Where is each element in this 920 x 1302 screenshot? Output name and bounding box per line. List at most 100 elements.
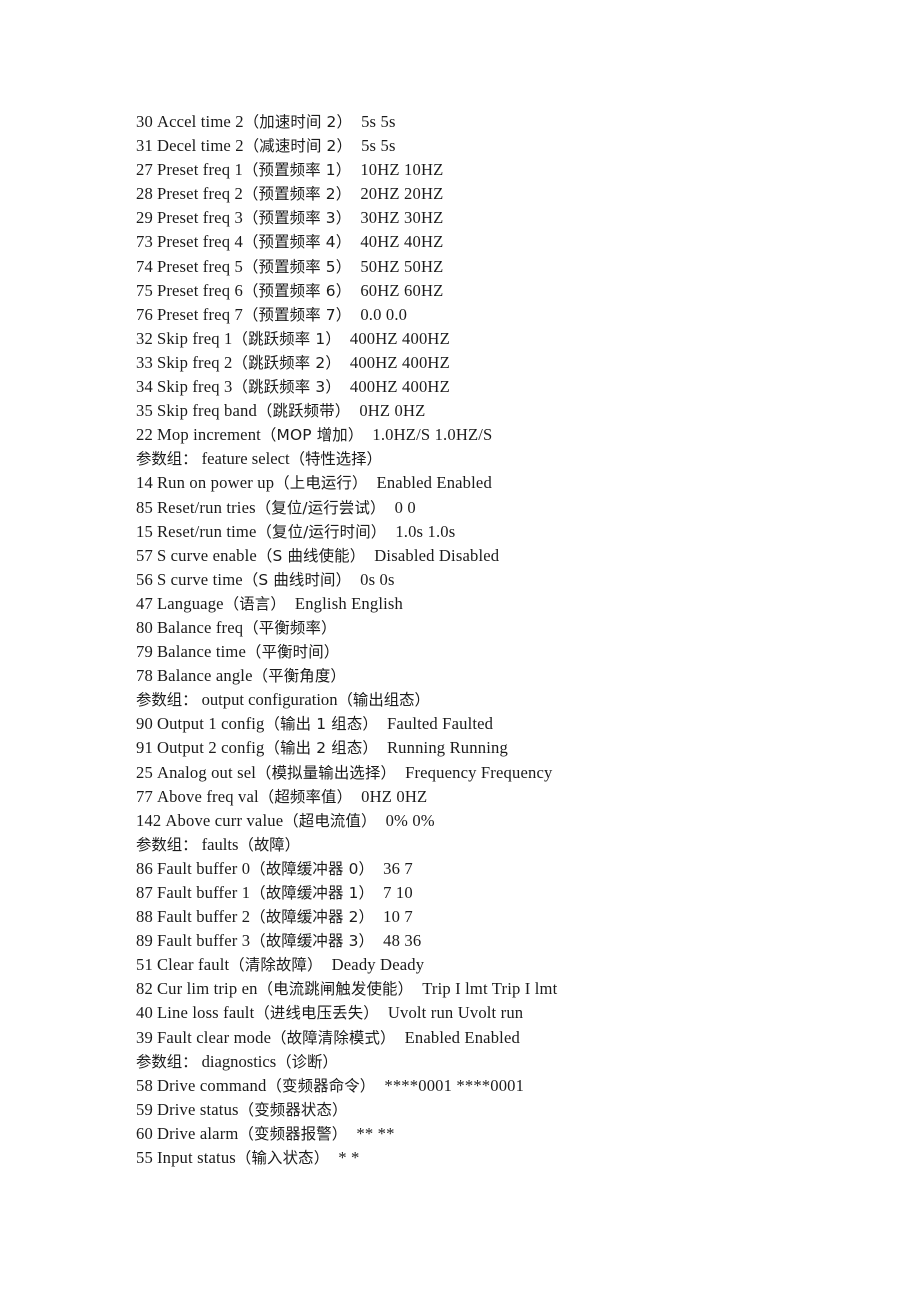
parameter-value: 10HZ 10HZ [360,160,444,180]
parameter-value: 0s 0s [360,569,395,589]
parameter-name-en: Analog out sel [156,762,257,782]
parameter-number: 32 [136,328,153,348]
group-label-prefix: 参数组： [136,1052,198,1071]
parameter-number: 78 [136,666,153,686]
parameter-name-cn: （跳跃频率 2） [232,353,341,372]
parameter-row: 32 Skip freq 1（跳跃频率 1） 400HZ 400HZ [136,327,876,351]
parameter-name-en: Output 1 config [156,714,265,734]
parameter-name-en: Skip freq 2 [156,352,233,372]
parameter-row: 31 Decel time 2（减速时间 2） 5s 5s [136,134,876,158]
parameter-name-cn: （跳跃频带） [256,402,351,421]
parameter-row: 91 Output 2 config（输出 2 组态） Running Runnin… [136,736,876,760]
parameter-value: 60HZ 60HZ [360,280,444,300]
group-name-en: output configuration [201,690,338,710]
parameter-row: 87 Fault buffer 1（故障缓冲器 1） 7 10 [136,881,876,905]
parameter-number: 33 [136,352,153,372]
parameter-value: Frequency Frequency [405,762,553,782]
parameter-number: 58 [136,1075,153,1095]
parameter-name-cn: （变频器命令） [266,1076,376,1095]
parameter-row: 142 Above curr value（超电流值） 0% 0% [136,809,876,833]
parameter-name-cn: （复位/运行尝试） [255,498,386,517]
document-page: 30 Accel time 2（加速时间 2） 5s 5s 31 Decel time … [0,0,920,1302]
parameter-name-cn: （跳跃频率 3） [232,378,341,397]
parameter-row: 79 Balance time（平衡时间） [136,640,876,664]
parameter-name-en: Preset freq 2 [156,184,243,204]
parameter-row: 25 Analog out sel（模拟量输出选择） Frequency Frequ… [136,761,876,785]
parameter-row: 77 Above freq val（超频率值） 0HZ 0HZ [136,785,876,809]
parameter-name-cn: （故障缓冲器 0） [250,859,375,878]
parameter-row: 22 Mop increment（MOP 增加） 1.0HZ/S 1.0HZ/S [136,423,876,447]
parameter-row: 78 Balance angle（平衡角度） [136,664,876,688]
parameter-name-cn: （故障清除模式） [271,1028,396,1047]
parameter-number: 34 [136,377,153,397]
parameter-number: 59 [136,1099,153,1119]
parameter-group-header: 参数组： diagnostics（诊断） [136,1050,876,1074]
parameter-row: 57 S curve enable（S 曲线使能） Disabled Disable… [136,544,876,568]
parameter-value: Faulted Faulted [386,714,494,734]
parameter-row: 80 Balance freq（平衡频率） [136,616,876,640]
parameter-value: Running Running [386,738,508,758]
group-label-prefix: 参数组： [136,450,198,469]
parameter-value: 0% 0% [385,810,435,830]
parameter-name-en: Preset freq 1 [156,160,243,180]
parameter-name-cn: （超频率值） [258,787,353,806]
parameter-name-en: Preset freq 7 [156,304,243,324]
parameter-name-en: Skip freq band [156,401,257,421]
parameter-number: 74 [136,256,153,276]
parameter-number: 91 [136,738,153,758]
parameter-name-cn: （预置频率 6） [242,281,352,300]
parameter-row: 33 Skip freq 2（跳跃频率 2） 400HZ 400HZ [136,351,876,375]
parameter-value: Disabled Disabled [374,545,500,565]
parameter-name-cn: （上电运行） [274,474,368,493]
parameter-value: 36 7 [383,858,413,878]
parameter-value: 5s 5s [361,136,396,156]
group-name-cn: （输出组态） [337,691,430,710]
parameter-name-en: Drive status [156,1099,239,1119]
parameter-number: 47 [136,593,153,613]
parameter-row: 29 Preset freq 3（预置频率 3） 30HZ 30HZ [136,206,876,230]
parameter-number: 79 [136,642,153,662]
parameter-row: 82 Cur lim trip en（电流跳闸触发使能） Trip I lmt Tr… [136,977,876,1001]
parameter-name-cn: （减速时间 2） [243,137,353,156]
parameter-name-cn: （故障缓冲器 3） [250,932,375,951]
parameter-row: 14 Run on power up（上电运行） Enabled Enabled [136,471,876,495]
parameter-row: 75 Preset freq 6（预置频率 6） 60HZ 60HZ [136,279,876,303]
parameter-name-en: Fault buffer 0 [156,858,251,878]
parameter-row: 35 Skip freq band（跳跃频带） 0HZ 0HZ [136,399,876,423]
parameter-name-en: Run on power up [156,473,275,493]
parameter-row: 30 Accel time 2（加速时间 2） 5s 5s [136,110,876,134]
group-label-prefix: 参数组： [136,835,198,854]
parameter-number: 85 [136,497,153,517]
parameter-value: 50HZ 50HZ [360,256,444,276]
parameter-row: 47 Language（语言） English English [136,592,876,616]
parameter-name-en: Preset freq 5 [156,256,243,276]
parameter-value: Trip I lmt Trip I lmt [422,979,558,999]
parameter-number: 56 [136,569,153,589]
parameter-group-header: 参数组： output configuration（输出组态） [136,688,876,712]
parameter-row: 55 Input status（输入状态） * * [136,1146,876,1170]
parameter-name-en: Balance time [156,642,247,662]
parameter-value: 400HZ 400HZ [349,328,450,348]
group-name-en: feature select [201,449,290,469]
parameter-row: 27 Preset freq 1（预置频率 1） 10HZ 10HZ [136,158,876,182]
parameter-number: 87 [136,883,153,902]
parameter-row: 88 Fault buffer 2（故障缓冲器 2） 10 7 [136,905,876,929]
parameter-number: 15 [136,521,153,541]
parameter-number: 86 [136,858,153,878]
parameter-number: 77 [136,786,153,806]
parameter-number: 35 [136,401,153,421]
parameter-row: 59 Drive status（变频器状态） [136,1098,876,1122]
group-label-prefix: 参数组： [136,691,198,710]
parameter-name-en: Preset freq 3 [156,208,243,228]
parameter-row: 60 Drive alarm（变频器报警） ** ** [136,1122,876,1146]
parameter-name-en: Cur lim trip en [156,979,258,999]
parameter-name-cn: （语言） [223,594,286,613]
parameter-number: 25 [136,762,153,782]
group-name-cn: （诊断） [276,1052,338,1071]
parameter-name-cn: （预置频率 7） [242,305,352,324]
parameter-value: 0.0 0.0 [360,304,408,324]
parameter-value: 0HZ 0HZ [359,401,426,421]
parameter-number: 76 [136,304,153,324]
parameter-name-cn: （变频器状态） [238,1100,348,1119]
parameter-value: 0 0 [394,497,416,517]
